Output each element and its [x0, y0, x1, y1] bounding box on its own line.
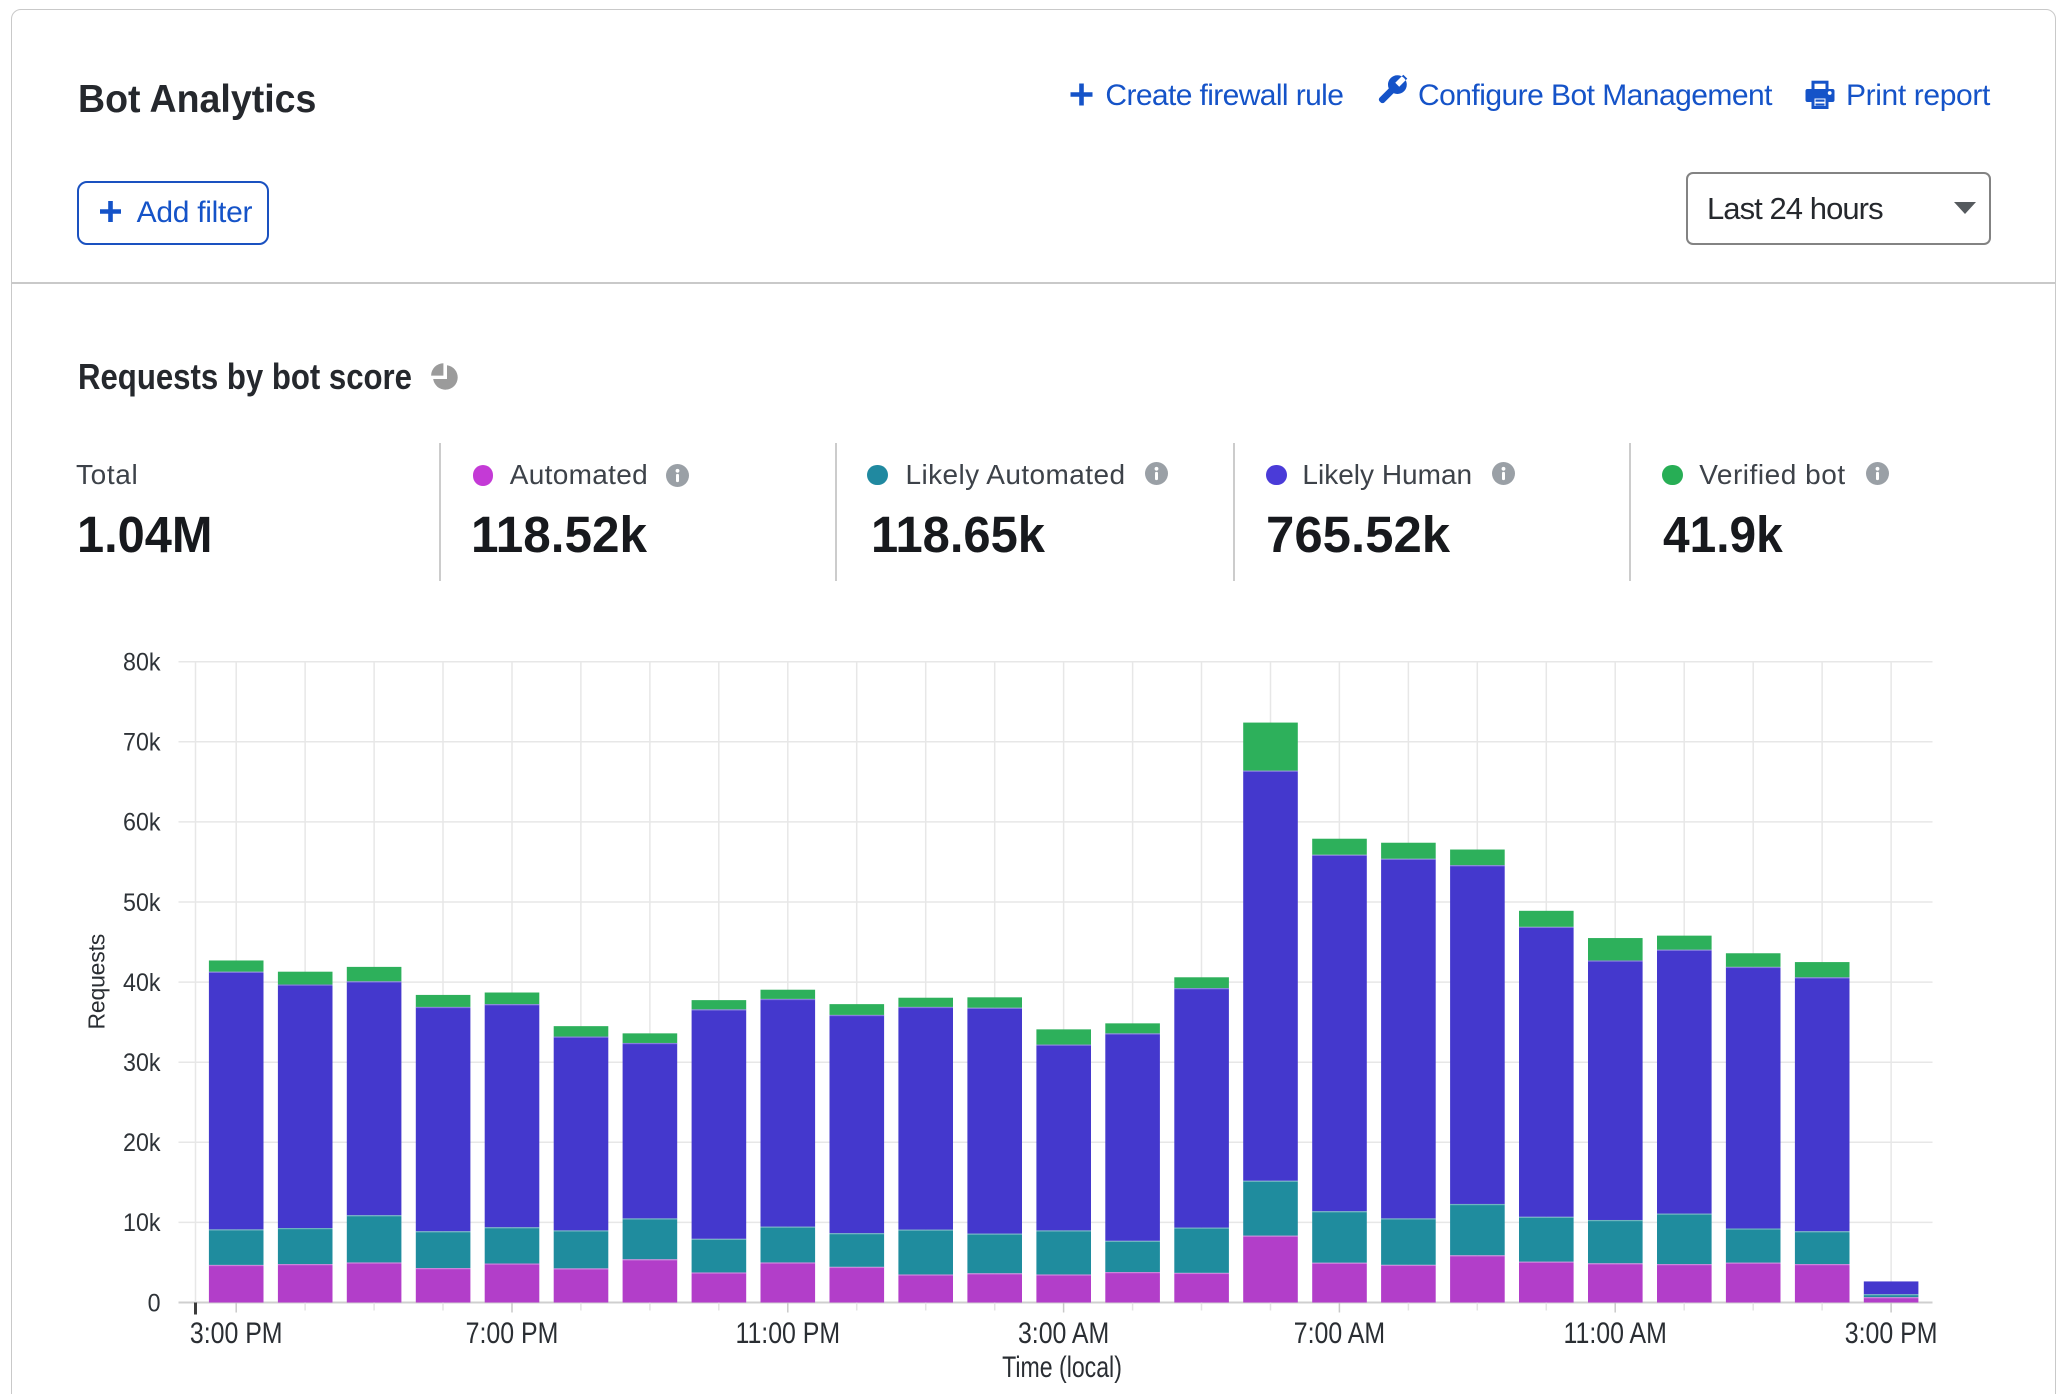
- svg-text:7:00 AM: 7:00 AM: [1294, 1316, 1385, 1350]
- svg-text:7:00 PM: 7:00 PM: [466, 1316, 559, 1350]
- svg-text:3:00 PM: 3:00 PM: [1845, 1316, 1938, 1350]
- svg-text:11:00 AM: 11:00 AM: [1564, 1316, 1667, 1350]
- svg-text:40k: 40k: [123, 969, 161, 997]
- svg-text:10k: 10k: [123, 1209, 161, 1237]
- svg-text:50k: 50k: [123, 889, 161, 917]
- svg-text:70k: 70k: [123, 729, 161, 757]
- svg-text:30k: 30k: [123, 1049, 161, 1077]
- svg-text:Requests: Requests: [84, 934, 110, 1030]
- svg-text:11:00 PM: 11:00 PM: [735, 1316, 840, 1350]
- svg-text:3:00 AM: 3:00 AM: [1018, 1316, 1109, 1350]
- svg-text:60k: 60k: [123, 809, 161, 837]
- svg-text:20k: 20k: [123, 1129, 161, 1157]
- svg-text:Time (local): Time (local): [1002, 1350, 1122, 1384]
- svg-text:80k: 80k: [123, 649, 161, 677]
- svg-text:0: 0: [148, 1290, 161, 1318]
- svg-text:3:00 PM: 3:00 PM: [190, 1316, 283, 1350]
